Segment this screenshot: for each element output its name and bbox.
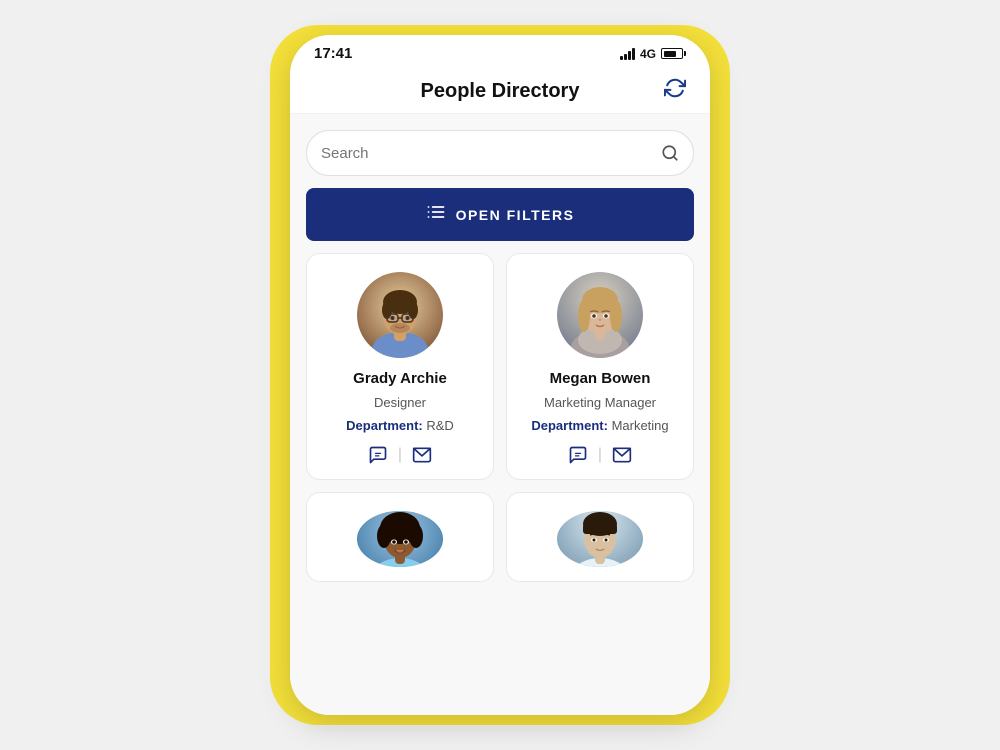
chat-button-grady[interactable] xyxy=(368,445,388,465)
signal-bar-1 xyxy=(620,56,623,60)
person-card-partial-left xyxy=(306,492,494,582)
search-container xyxy=(306,130,694,176)
email-icon-grady xyxy=(412,445,432,465)
outer-background: 17:41 4G People Directory xyxy=(270,25,730,725)
chat-icon-megan xyxy=(568,445,588,465)
phone-frame: 17:41 4G People Directory xyxy=(290,35,710,715)
divider-megan: | xyxy=(598,446,602,464)
avatar-megan-bowen xyxy=(557,272,643,358)
avatar-partial-right xyxy=(557,511,643,567)
people-grid: Grady Archie Designer Department: R&D xyxy=(306,253,694,582)
avatar-svg-megan xyxy=(557,272,643,358)
person-card-partial-right xyxy=(506,492,694,582)
card-actions-megan: | xyxy=(568,445,632,465)
filter-icon-svg xyxy=(426,202,446,222)
battery-fill xyxy=(664,51,677,57)
person-dept-grady: Department: R&D xyxy=(346,418,454,433)
battery-tip xyxy=(684,51,686,56)
search-input[interactable] xyxy=(321,145,661,162)
email-button-megan[interactable] xyxy=(612,445,632,465)
page-title: People Directory xyxy=(421,80,580,103)
content-area: OPEN FILTERS xyxy=(290,114,710,715)
status-bar: 17:41 4G xyxy=(290,35,710,68)
person-role-grady: Designer xyxy=(374,395,426,410)
status-time: 17:41 xyxy=(314,45,352,62)
open-filters-button[interactable]: OPEN FILTERS xyxy=(306,188,694,241)
dept-label-megan: Department: xyxy=(531,418,608,433)
person-name-grady: Grady Archie xyxy=(353,370,447,387)
search-icon xyxy=(661,144,679,162)
dept-value-megan: Marketing xyxy=(612,418,669,433)
person-dept-megan: Department: Marketing xyxy=(531,418,668,433)
divider-grady: | xyxy=(398,446,402,464)
signal-bar-3 xyxy=(628,51,631,60)
dept-label-grady: Department: xyxy=(346,418,423,433)
signal-bar-4 xyxy=(632,48,635,60)
avatar-grady-archie xyxy=(357,272,443,358)
email-icon-megan xyxy=(612,445,632,465)
dept-value-grady: R&D xyxy=(426,418,453,433)
person-card-megan-bowen: Megan Bowen Marketing Manager Department… xyxy=(506,253,694,480)
signal-bar-2 xyxy=(624,54,627,60)
chat-button-megan[interactable] xyxy=(568,445,588,465)
email-button-grady[interactable] xyxy=(412,445,432,465)
page-header: People Directory xyxy=(290,68,710,114)
search-button[interactable] xyxy=(661,144,679,162)
avatar-svg-grady xyxy=(357,272,443,358)
person-card-grady-archie: Grady Archie Designer Department: R&D xyxy=(306,253,494,480)
avatar-svg-p4 xyxy=(557,511,643,567)
battery-icon xyxy=(661,48,686,59)
network-label: 4G xyxy=(640,47,656,61)
avatar-svg-p3 xyxy=(357,511,443,567)
filter-button-label: OPEN FILTERS xyxy=(456,207,575,223)
refresh-icon xyxy=(664,77,686,99)
person-name-megan: Megan Bowen xyxy=(550,370,651,387)
signal-icon xyxy=(620,48,635,60)
status-icons: 4G xyxy=(620,47,686,61)
refresh-button[interactable] xyxy=(664,77,686,105)
battery-body xyxy=(661,48,683,59)
chat-icon-grady xyxy=(368,445,388,465)
avatar-partial-left xyxy=(357,511,443,567)
filter-list-icon xyxy=(426,202,446,227)
card-actions-grady: | xyxy=(368,445,432,465)
person-role-megan: Marketing Manager xyxy=(544,395,656,410)
